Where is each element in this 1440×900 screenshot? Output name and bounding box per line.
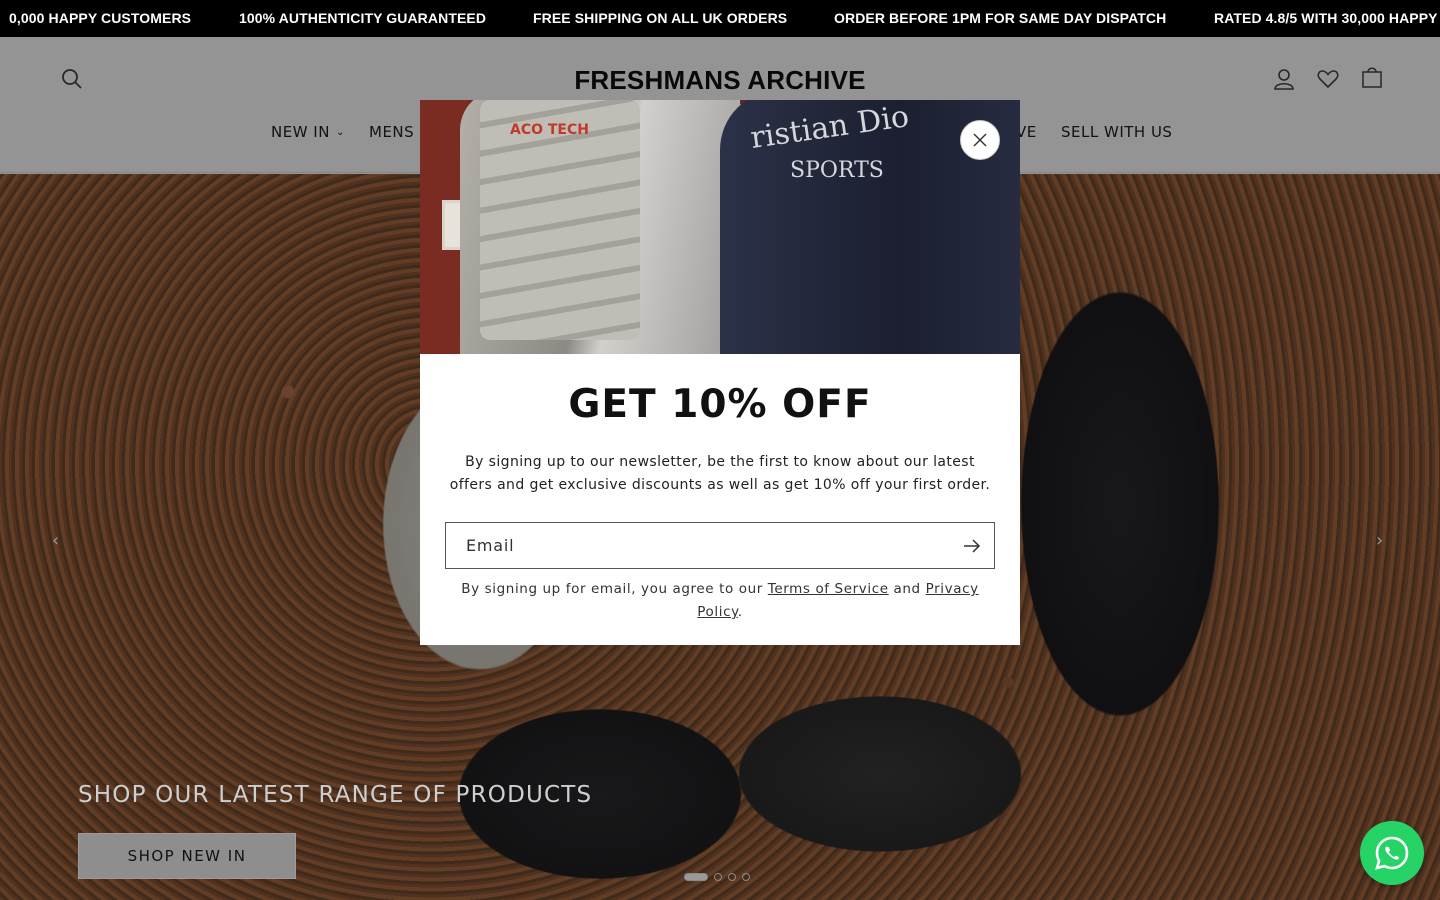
announcement-item: ORDER BEFORE 1PM FOR SAME DAY DISPATCH [834, 10, 1167, 26]
announcement-bar: 0,000 HAPPY CUSTOMERS 100% AUTHENTICITY … [0, 0, 1440, 37]
announcement-item: RATED 4.8/5 WITH 30,000 HAPPY [1214, 10, 1438, 26]
slide-dot-active[interactable] [684, 873, 708, 881]
whatsapp-chat-button[interactable] [1360, 821, 1424, 885]
popup-description: By signing up to our newsletter, be the … [449, 454, 991, 493]
popup-title: GET 10% OFF [568, 382, 872, 427]
image-jacket-subtext: SPORTS [790, 158, 884, 183]
announcement-item: 0,000 HAPPY CUSTOMERS [9, 10, 192, 26]
slide-dots [684, 872, 750, 882]
image-vest-text: ACO TECH [510, 122, 589, 138]
legal-suffix: . [737, 604, 743, 620]
email-field[interactable] [446, 523, 946, 568]
announcement-item: FREE SHIPPING ON ALL UK ORDERS [533, 10, 788, 26]
close-button[interactable] [960, 120, 1000, 160]
terms-of-service-link[interactable]: Terms of Service [768, 581, 889, 597]
submit-arrow-icon[interactable] [962, 537, 982, 555]
slide-dot[interactable] [728, 873, 736, 881]
newsletter-popup: ACO TECH ristian Dio SPORTS GET 10% OFF … [420, 100, 1020, 645]
shop-new-in-button[interactable]: SHOP NEW IN [78, 833, 296, 879]
legal-and: and [888, 581, 926, 597]
email-field-wrapper [445, 522, 995, 569]
popup-image: ACO TECH ristian Dio SPORTS [420, 100, 1020, 354]
slide-dot[interactable] [742, 873, 750, 881]
slide-dot[interactable] [714, 873, 722, 881]
whatsapp-icon [1375, 836, 1409, 870]
next-slide-arrow-icon[interactable]: › [1376, 530, 1383, 551]
popup-legal-text: By signing up for email, you agree to ou… [450, 578, 990, 624]
hero-title: SHOP OUR LATEST RANGE OF PRODUCTS [78, 782, 593, 808]
announcement-item: 100% AUTHENTICITY GUARANTEED [239, 10, 487, 26]
close-icon [973, 133, 987, 147]
previous-slide-arrow-icon[interactable]: ‹ [52, 530, 59, 551]
legal-prefix: By signing up for email, you agree to ou… [461, 581, 768, 597]
